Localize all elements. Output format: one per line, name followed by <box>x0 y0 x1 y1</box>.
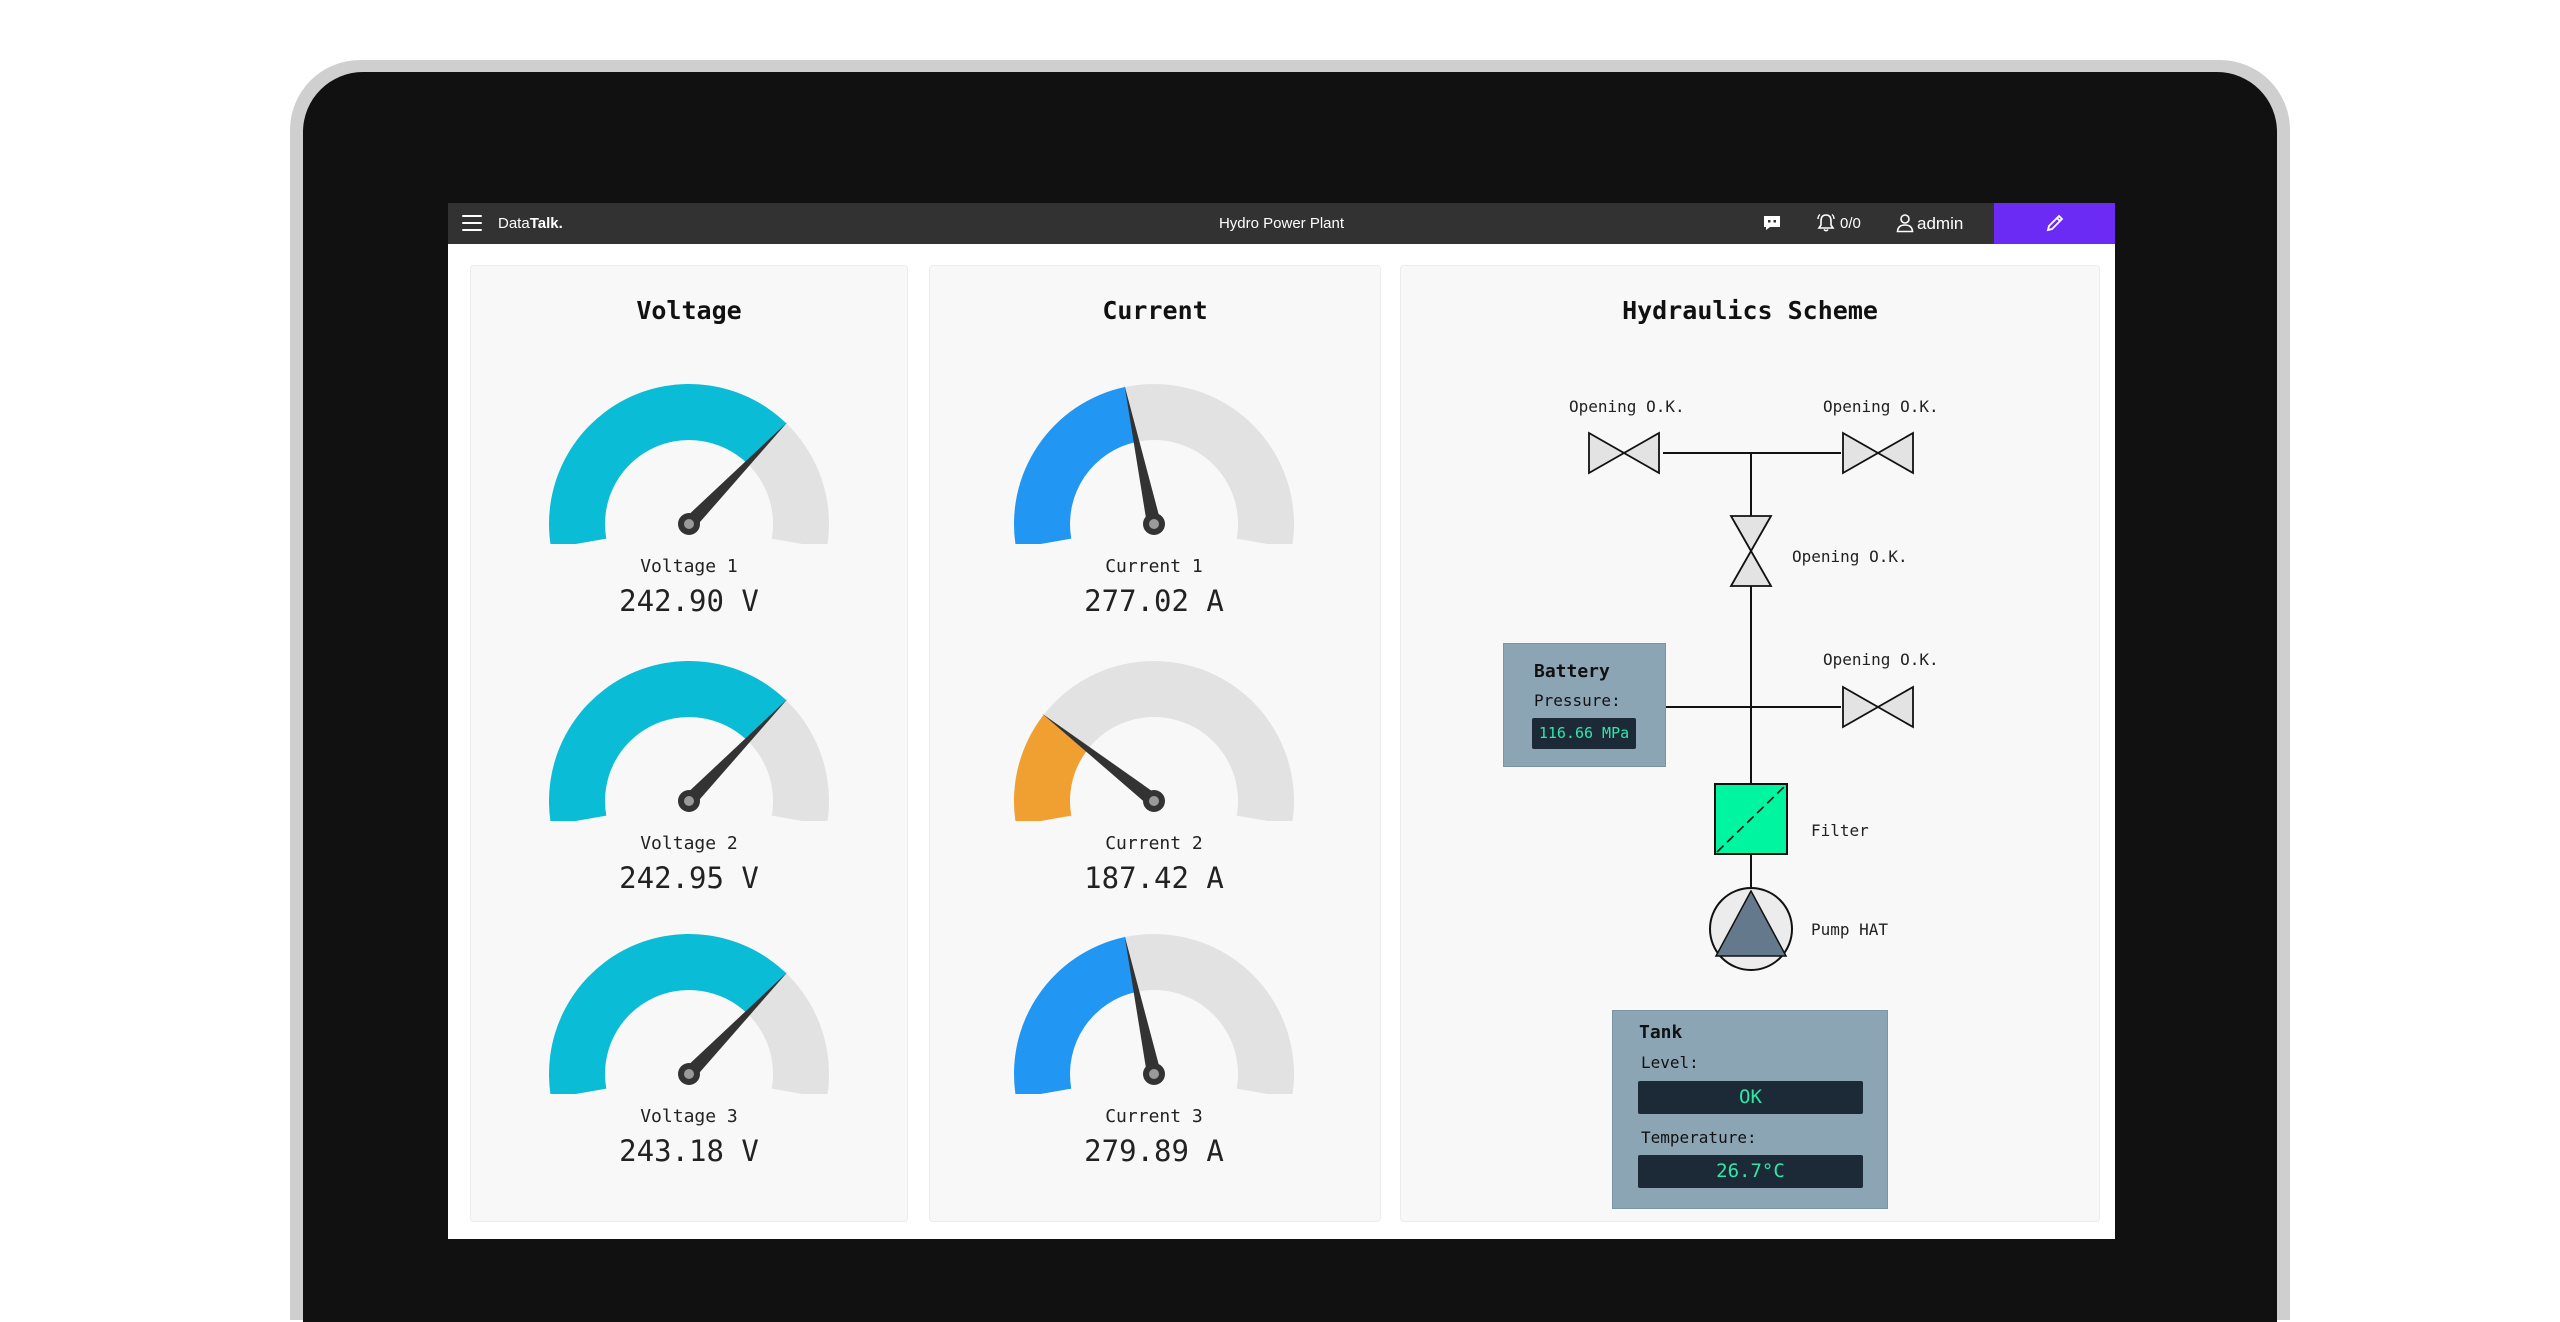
current-panel-title: Current <box>1102 296 1208 325</box>
tank-level-label: Level: <box>1641 1053 1699 1072</box>
voltage-3-value: 243.18 V <box>619 1134 759 1168</box>
voltage-gauge-1 <box>549 384 829 544</box>
current-gauge-3 <box>1014 934 1294 1094</box>
valve-top-left-label: Opening O.K. <box>1569 397 1685 416</box>
tank-title: Tank <box>1639 1022 1683 1043</box>
filter-icon <box>1714 783 1788 855</box>
edit-button[interactable] <box>1994 203 2115 244</box>
voltage-1-label: Voltage 1 <box>640 556 738 577</box>
user-name[interactable]: admin <box>1917 214 1963 234</box>
current-2-value: 187.42 A <box>1084 861 1224 895</box>
tank-temperature-label: Temperature: <box>1641 1128 1757 1147</box>
gauge-hub-center <box>1149 796 1159 806</box>
voltage-gauge-2 <box>549 661 829 821</box>
valve-middle-label: Opening O.K. <box>1792 547 1908 566</box>
voltage-gauge-3 <box>549 934 829 1094</box>
bell-icon[interactable] <box>1816 213 1836 233</box>
gauge-hub-center <box>1149 1069 1159 1079</box>
gauge-fill <box>1014 937 1137 1094</box>
voltage-panel: Voltage Voltage 1 242.90 V Voltage 2 242… <box>470 265 908 1222</box>
battery-title: Battery <box>1534 661 1610 682</box>
alarm-count[interactable]: 0/0 <box>1840 215 1861 232</box>
current-3-label: Current 3 <box>1105 1106 1203 1127</box>
current-1-label: Current 1 <box>1105 556 1203 577</box>
pump-icon <box>1709 887 1793 971</box>
voltage-1-value: 242.90 V <box>619 584 759 618</box>
top-bar: DataTalk. Hydro Power Plant 0/0 admin <box>448 203 2115 244</box>
app-screen: DataTalk. Hydro Power Plant 0/0 admin Vo… <box>448 203 2115 1239</box>
filter-label: Filter <box>1811 821 1869 840</box>
current-3-value: 279.89 A <box>1084 1134 1224 1168</box>
hydraulics-panel: Hydraulics Scheme Opening O.K. Opening O… <box>1400 265 2100 1222</box>
voltage-3-label: Voltage 3 <box>640 1106 738 1127</box>
current-2-label: Current 2 <box>1105 833 1203 854</box>
valve-top-right-icon[interactable] <box>1842 431 1914 475</box>
battery-pressure-value: 116.66 MPa <box>1532 718 1636 749</box>
pencil-icon <box>2046 214 2064 232</box>
current-gauge-2 <box>1014 661 1294 821</box>
voltage-panel-title: Voltage <box>636 296 742 325</box>
user-icon[interactable] <box>1895 213 1915 233</box>
voltage-2-value: 242.95 V <box>619 861 759 895</box>
tank-temperature-value: 26.7°C <box>1638 1155 1863 1188</box>
valve-middle-icon[interactable] <box>1729 515 1773 587</box>
page-title: Hydro Power Plant <box>1218 215 1345 232</box>
gauge-fill <box>1014 387 1137 544</box>
current-gauge-1 <box>1014 384 1294 544</box>
tank-box: Tank Level: OK Temperature: 26.7°C <box>1612 1010 1888 1209</box>
valve-right-label: Opening O.K. <box>1823 650 1939 669</box>
gauge-hub-center <box>684 796 694 806</box>
valve-top-right-label: Opening O.K. <box>1823 397 1939 416</box>
current-1-value: 277.02 A <box>1084 584 1224 618</box>
gauge-hub-center <box>1149 519 1159 529</box>
valve-right-icon[interactable] <box>1842 685 1914 729</box>
battery-pressure-label: Pressure: <box>1534 691 1621 710</box>
pump-label: Pump HAT <box>1811 920 1889 939</box>
battery-box: Battery Pressure: 116.66 MPa <box>1503 643 1666 767</box>
gauge-hub-center <box>684 1069 694 1079</box>
valve-top-left-icon[interactable] <box>1588 431 1660 475</box>
voltage-2-label: Voltage 2 <box>640 833 738 854</box>
gauge-hub-center <box>684 519 694 529</box>
tank-level-value: OK <box>1638 1081 1863 1114</box>
current-panel: Current Current 1 277.02 A Current 2 187… <box>929 265 1381 1222</box>
chat-icon[interactable] <box>1763 215 1781 231</box>
